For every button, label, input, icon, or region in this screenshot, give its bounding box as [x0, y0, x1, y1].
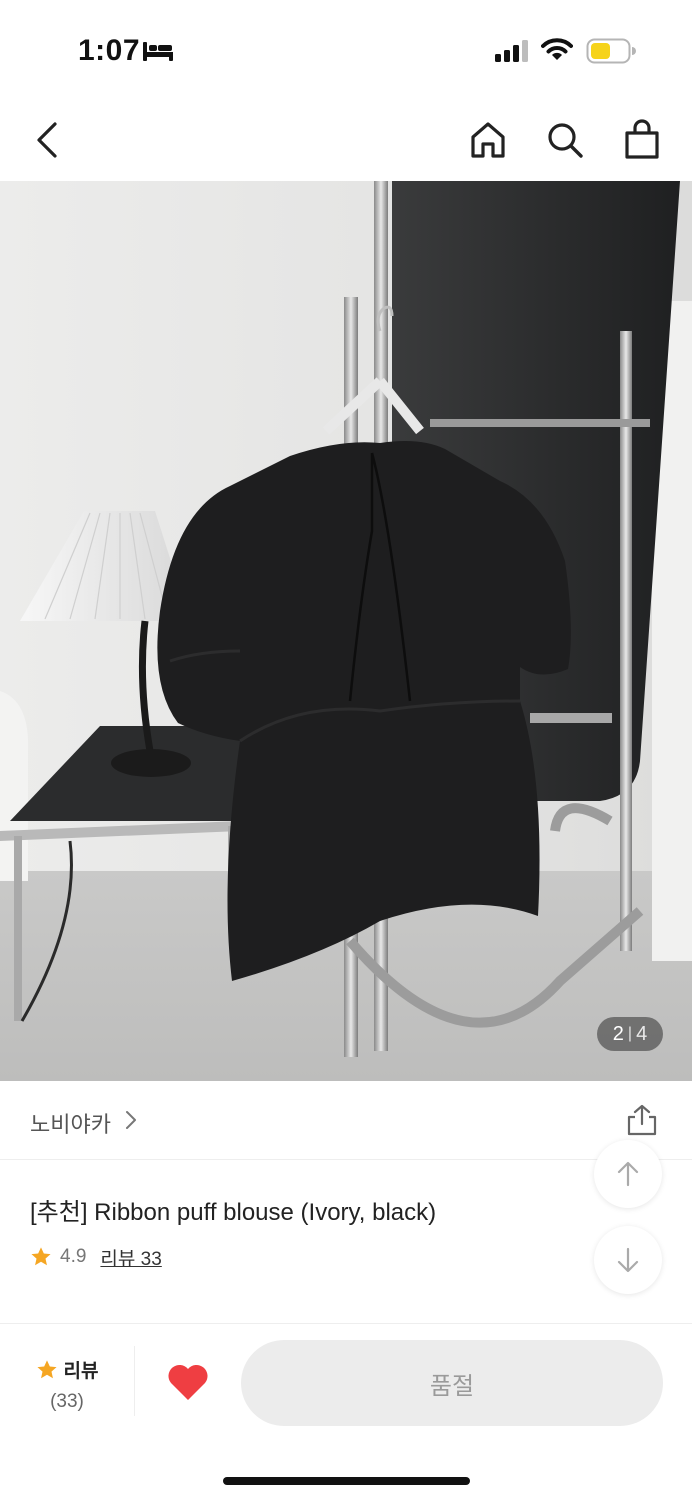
scroll-down-button[interactable]: [594, 1226, 662, 1294]
product-photo: [0, 181, 692, 1081]
top-nav-bar: [0, 100, 692, 182]
search-button[interactable]: [543, 118, 587, 162]
review-summary-count: (33): [50, 1391, 84, 1412]
home-icon: [471, 122, 505, 158]
status-time: 1:07: [78, 34, 141, 67]
sold-out-button[interactable]: 품절: [241, 1340, 663, 1426]
wishlist-button[interactable]: [166, 1362, 210, 1407]
home-indicator: [223, 1477, 470, 1485]
image-counter-total: 4: [636, 1022, 648, 1045]
star-icon: [31, 1247, 51, 1266]
arrow-down-icon: [617, 1247, 639, 1273]
image-counter-separator: |: [627, 1025, 633, 1042]
image-counter: 2 | 4: [597, 1017, 663, 1051]
chevron-right-icon[interactable]: [124, 1109, 138, 1136]
status-bar: 1:07: [0, 0, 692, 100]
back-button[interactable]: [26, 118, 70, 162]
divider: [134, 1346, 135, 1416]
share-icon: [627, 1104, 657, 1136]
bed-icon: [142, 40, 174, 67]
arrow-up-icon: [617, 1161, 639, 1187]
brand-link[interactable]: 노비야카: [30, 1107, 111, 1139]
shopping-bag-icon: [625, 119, 659, 159]
product-title: [추천] Ribbon puff blouse (Ivory, black): [30, 1199, 437, 1226]
review-summary-button[interactable]: 리뷰 (33): [30, 1356, 104, 1413]
image-counter-current: 2: [612, 1022, 624, 1045]
cart-button[interactable]: [620, 118, 664, 162]
scroll-top-button[interactable]: [594, 1140, 662, 1208]
star-icon: [36, 1359, 57, 1378]
heart-icon: [168, 1364, 208, 1400]
rating-row: 4.9 리뷰 33: [30, 1244, 162, 1270]
home-button[interactable]: [466, 118, 510, 162]
battery-icon: [586, 38, 636, 69]
rating-value: 4.9: [60, 1246, 87, 1267]
bottom-action-bar: 리뷰 (33) 품절: [0, 1323, 692, 1501]
cellular-signal-icon: [495, 40, 531, 67]
share-button[interactable]: [625, 1103, 659, 1142]
chevron-left-icon: [37, 122, 57, 158]
review-summary-label: 리뷰: [63, 1361, 99, 1382]
search-icon: [548, 123, 583, 158]
wifi-icon: [541, 38, 573, 67]
product-image[interactable]: 2 | 4: [0, 181, 692, 1081]
review-count-link[interactable]: 리뷰 33: [100, 1244, 161, 1271]
brand-row: 노비야카: [0, 1081, 692, 1160]
